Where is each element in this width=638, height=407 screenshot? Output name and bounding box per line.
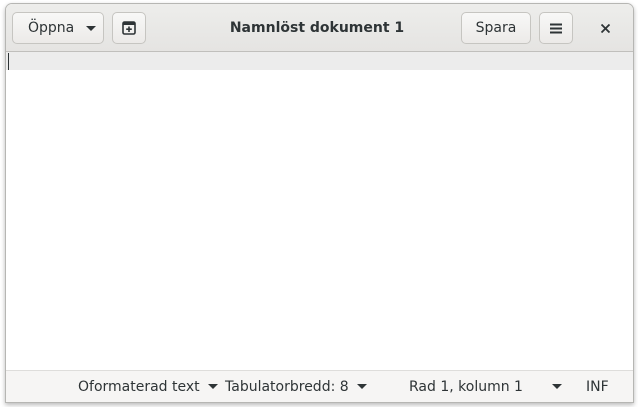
headerbar: Öppna Namnlöst dokument 1 Spara [6, 4, 633, 52]
close-button[interactable] [589, 12, 621, 44]
chevron-down-icon [356, 384, 367, 389]
cursor-position-label: Rad 1, kolumn 1 [409, 378, 523, 395]
save-button[interactable]: Spara [461, 12, 531, 44]
current-line-highlight [6, 52, 633, 70]
chevron-down-icon [86, 25, 97, 31]
insert-mode-label: INF [586, 378, 609, 395]
main-menu-button[interactable] [539, 12, 573, 44]
tab-width-label: Tabulatorbredd: 8 [225, 378, 349, 395]
new-tab-icon [122, 21, 136, 35]
text-editor-window: Öppna Namnlöst dokument 1 Spara Oformate… [5, 3, 634, 403]
open-button[interactable]: Öppna [12, 12, 104, 44]
hamburger-menu-icon [550, 23, 562, 33]
text-cursor [8, 53, 9, 70]
language-selector[interactable]: Oformaterad text [78, 371, 218, 402]
language-label: Oformaterad text [78, 378, 200, 395]
tab-width-selector[interactable]: Tabulatorbredd: 8 [225, 371, 367, 402]
statusbar: Oformaterad text Tabulatorbredd: 8 Rad 1… [6, 370, 633, 402]
window-title: Namnlöst dokument 1 [229, 20, 405, 36]
chevron-down-icon [552, 384, 562, 389]
cursor-position-menu[interactable] [544, 371, 562, 402]
chevron-down-icon [207, 384, 218, 389]
new-document-button[interactable] [112, 12, 146, 44]
cursor-position[interactable]: Rad 1, kolumn 1 [409, 371, 523, 402]
insert-mode-indicator: INF [586, 371, 609, 402]
open-button-label: Öppna [28, 20, 75, 36]
text-editor-area[interactable] [6, 52, 633, 370]
close-icon [600, 23, 610, 33]
